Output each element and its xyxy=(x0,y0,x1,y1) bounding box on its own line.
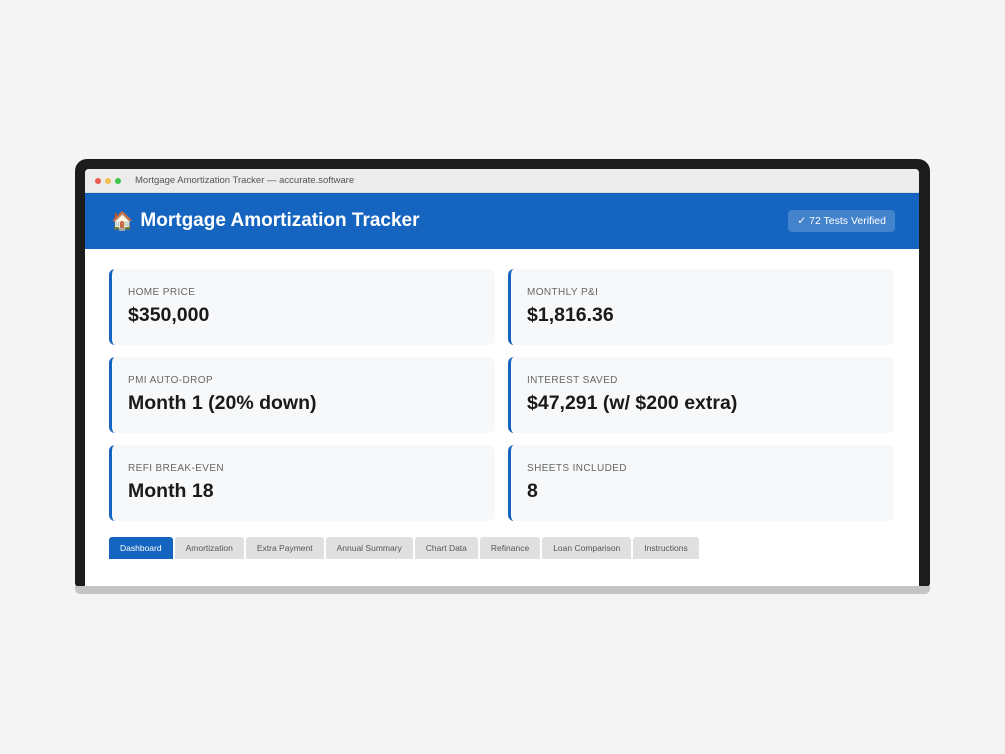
tab-amortization[interactable]: Amortization xyxy=(174,537,244,559)
tab-chart-data[interactable]: Chart Data xyxy=(414,537,478,559)
app-title: Mortgage Amortization Tracker xyxy=(140,210,420,231)
card-label: Refi Break-Even xyxy=(128,463,225,474)
tab-loan-comparison[interactable]: Loan Comparison xyxy=(542,537,632,559)
window-title: Mortgage Amortization Tracker — accurate… xyxy=(135,175,355,186)
card-value: 8 xyxy=(527,480,538,502)
tests-verified-badge: ✓ 72 Tests Verified xyxy=(788,210,895,232)
card-label: PMI Auto-Drop xyxy=(128,375,214,386)
card-value: Month 1 (20% down) xyxy=(128,392,317,414)
card-label: Home Price xyxy=(128,287,196,298)
card-value: $47,291 (w/ $200 extra) xyxy=(527,392,738,414)
tab-extra-payment[interactable]: Extra Payment xyxy=(245,537,324,559)
laptop-base xyxy=(75,586,930,594)
card-label: Sheets Included xyxy=(527,463,627,474)
card-home-price: Home Price $350,000 xyxy=(109,269,495,345)
maximize-window-button[interactable] xyxy=(115,177,121,184)
dashboard-content: Home Price $350,000 Monthly P&I $1,816.3… xyxy=(85,249,919,559)
window-titlebar: Mortgage Amortization Tracker — accurate… xyxy=(85,169,919,193)
card-value: $350,000 xyxy=(128,304,210,326)
house-icon: 🏠 xyxy=(111,210,134,231)
card-label: Interest Saved xyxy=(527,375,618,386)
card-value: $1,816.36 xyxy=(527,304,614,326)
card-monthly-pi: Monthly P&I $1,816.36 xyxy=(508,269,894,345)
app-title-group: 🏠 Mortgage Amortization Tracker xyxy=(111,210,420,232)
tab-annual-summary[interactable]: Annual Summary xyxy=(325,537,413,559)
card-interest-saved: Interest Saved $47,291 (w/ $200 extra) xyxy=(508,357,894,433)
sheet-tabs: Dashboard Amortization Extra Payment Ann… xyxy=(109,537,895,559)
tab-dashboard[interactable]: Dashboard xyxy=(109,537,173,559)
app-header: 🏠 Mortgage Amortization Tracker ✓ 72 Tes… xyxy=(85,193,919,249)
app-window: Mortgage Amortization Tracker — accurate… xyxy=(85,169,919,587)
minimize-window-button[interactable] xyxy=(105,177,111,184)
tab-refinance[interactable]: Refinance xyxy=(479,537,541,559)
card-value: Month 18 xyxy=(128,480,214,502)
card-refi-break-even: Refi Break-Even Month 18 xyxy=(109,445,495,521)
close-window-button[interactable] xyxy=(95,177,101,184)
summary-cards: Home Price $350,000 Monthly P&I $1,816.3… xyxy=(109,269,895,521)
card-sheets-included: Sheets Included 8 xyxy=(508,445,894,521)
card-pmi-auto-drop: PMI Auto-Drop Month 1 (20% down) xyxy=(109,357,495,433)
card-label: Monthly P&I xyxy=(527,287,599,298)
laptop-frame: Mortgage Amortization Tracker — accurate… xyxy=(75,159,930,587)
tab-instructions[interactable]: Instructions xyxy=(633,537,699,559)
